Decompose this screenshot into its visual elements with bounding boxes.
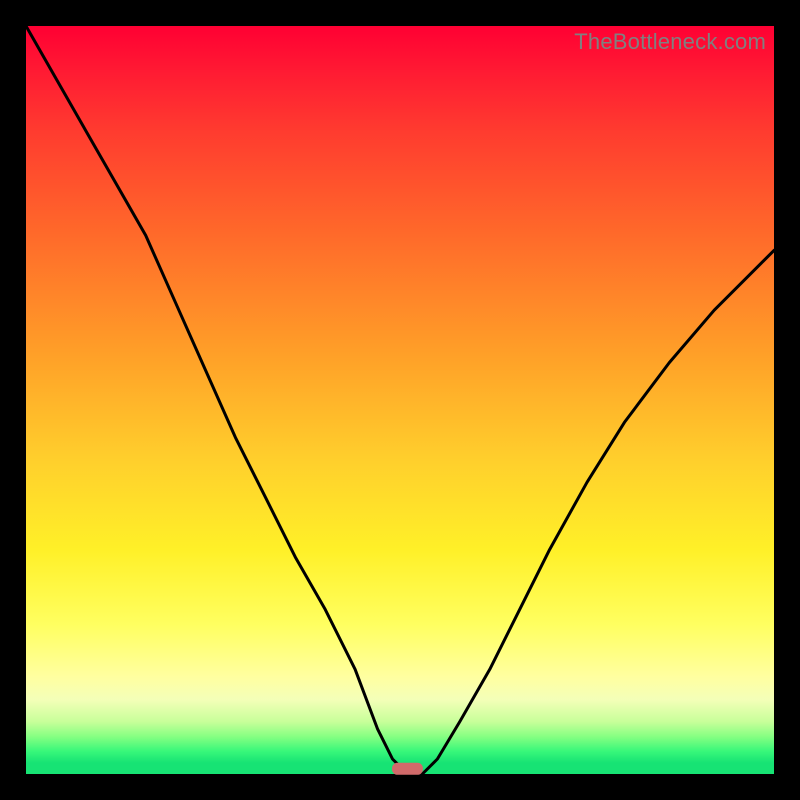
curve-overlay [26,26,774,774]
plot-area: TheBottleneck.com [26,26,774,774]
optimum-marker [393,763,423,774]
chart-frame: TheBottleneck.com [0,0,800,800]
bottleneck-curve [26,26,774,774]
